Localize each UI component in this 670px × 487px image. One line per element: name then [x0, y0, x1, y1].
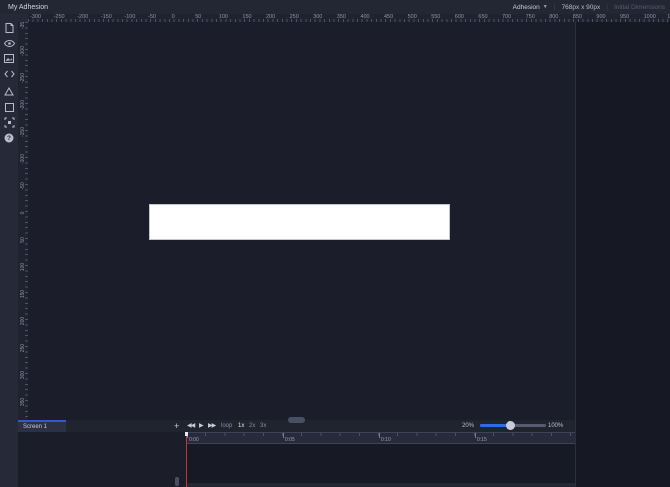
- ruler-label: 200: [20, 316, 26, 326]
- ruler-label: 150: [20, 289, 26, 299]
- timeline-scrollbar[interactable]: [186, 483, 575, 487]
- ruler-label: 300: [20, 370, 26, 380]
- ruler-label: 250: [20, 343, 26, 353]
- ruler-label: 850: [572, 14, 582, 20]
- playhead[interactable]: [186, 432, 187, 487]
- timeline-tick-label: 0:15: [477, 437, 487, 443]
- timeline-major-tick: [283, 433, 284, 438]
- ruler-label: 1000: [643, 14, 656, 20]
- canvas-horizontal-scrollbar[interactable]: [288, 417, 305, 423]
- play-button[interactable]: ▶: [199, 422, 204, 429]
- ad-size-label: 768px x 90px: [561, 3, 601, 11]
- ruler-label: -100: [124, 14, 136, 20]
- zoom-min-label: 20%: [462, 423, 475, 429]
- image-icon[interactable]: [3, 52, 15, 64]
- timeline-tick-label: 0:10: [381, 437, 391, 443]
- timeline-tick-label: 0:00: [189, 437, 199, 443]
- ruler-label: 650: [478, 14, 488, 20]
- timeline-major-tick: [379, 433, 380, 438]
- horizontal-ruler: -300 -250 -200 -150 -100 -50 0 50 100 150 200 250 30…: [28, 14, 670, 22]
- ruler-label: 0: [171, 14, 175, 20]
- rewind-button[interactable]: ◀◀: [187, 422, 195, 429]
- layers-panel: [18, 432, 186, 487]
- motion-icon[interactable]: [3, 116, 15, 128]
- ruler-label: 50: [20, 237, 26, 243]
- ruler-label: -150: [100, 14, 112, 20]
- divider: |: [553, 3, 556, 11]
- ruler-label: 550: [431, 14, 441, 20]
- ruler-label: 300: [313, 14, 323, 20]
- ruler-label: 50: [195, 14, 202, 20]
- code-icon[interactable]: [3, 68, 15, 80]
- tab-screen-1[interactable]: Screen 1: [18, 420, 66, 432]
- fast-forward-button[interactable]: ▶▶: [208, 422, 216, 429]
- file-icon[interactable]: [3, 22, 15, 34]
- ruler-label: 750: [525, 14, 535, 20]
- vertical-ruler: -350 -300 -250 -200 -150 -100 -50 0 50 100 150 200 2…: [18, 22, 28, 420]
- format-dropdown[interactable]: Adhesion ▼: [513, 4, 548, 11]
- speed-loop[interactable]: loop: [221, 423, 232, 429]
- ruler-label: -50: [148, 14, 156, 20]
- help-icon[interactable]: ?: [3, 132, 15, 144]
- ruler-label: -100: [20, 154, 26, 165]
- eye-icon[interactable]: [3, 37, 15, 49]
- ruler-label: 150: [242, 14, 252, 20]
- zoom-slider-thumb[interactable]: [506, 421, 515, 430]
- playhead-handle[interactable]: [185, 432, 188, 436]
- zoom-max-label: 100%: [548, 423, 564, 429]
- rectangle-icon[interactable]: [3, 101, 15, 113]
- ruler-label: 600: [454, 14, 464, 20]
- ruler-label: 900: [596, 14, 606, 20]
- layers-scrollbar-thumb[interactable]: [175, 477, 179, 486]
- timeline-tick-label: 0:05: [285, 437, 295, 443]
- initial-dimensions-button: Initial Dimensions: [614, 3, 665, 11]
- ruler-label: 700: [502, 14, 512, 20]
- project-title: My Adhesion: [8, 3, 49, 11]
- chevron-down-icon: ▼: [542, 4, 548, 10]
- timeline-major-tick: [475, 433, 476, 438]
- ruler-label: 400: [360, 14, 370, 20]
- divider: |: [606, 3, 609, 11]
- ruler-label: 100: [20, 262, 26, 272]
- ruler-label: 450: [384, 14, 394, 20]
- ruler-label: -200: [20, 100, 26, 111]
- ruler-label: -50: [20, 182, 26, 190]
- ruler-label: 350: [20, 397, 26, 407]
- timeline-ruler[interactable]: 0:00 0:05 0:10 0:15: [186, 432, 575, 444]
- ruler-label: -300: [20, 46, 26, 57]
- format-label: Adhesion: [512, 3, 540, 11]
- ruler-label: 950: [620, 14, 630, 20]
- ruler-corner: [18, 14, 28, 22]
- ruler-label: 800: [549, 14, 559, 20]
- shapes-icon[interactable]: [3, 85, 15, 97]
- speed-2x[interactable]: 2x: [249, 423, 255, 429]
- top-bar: My Adhesion Adhesion ▼ | 768px x 90px | …: [0, 0, 670, 14]
- ruler-label: 0: [20, 211, 26, 215]
- ruler-label: 250: [289, 14, 299, 20]
- ruler-label: 500: [407, 14, 417, 20]
- properties-panel: [575, 22, 670, 487]
- speed-1x[interactable]: 1x: [238, 423, 244, 429]
- speed-3x[interactable]: 3x: [260, 423, 266, 429]
- timeline-tracks[interactable]: [186, 444, 575, 487]
- add-screen-button[interactable]: +: [174, 420, 179, 432]
- ruler-label: -150: [20, 127, 26, 138]
- left-toolbar: ?: [0, 14, 18, 487]
- ruler-label: -350: [20, 22, 26, 30]
- ruler-label: 100: [218, 14, 228, 20]
- ruler-label: -300: [30, 14, 42, 20]
- svg-text:?: ?: [7, 135, 11, 142]
- ad-artboard[interactable]: [149, 204, 450, 240]
- app-window: My Adhesion Adhesion ▼ | 768px x 90px | …: [0, 0, 670, 487]
- ruler-label: -250: [20, 73, 26, 84]
- ruler-label: 350: [336, 14, 346, 20]
- ruler-label: 200: [266, 14, 276, 20]
- ruler-label: -200: [77, 14, 89, 20]
- ruler-label: -250: [53, 14, 65, 20]
